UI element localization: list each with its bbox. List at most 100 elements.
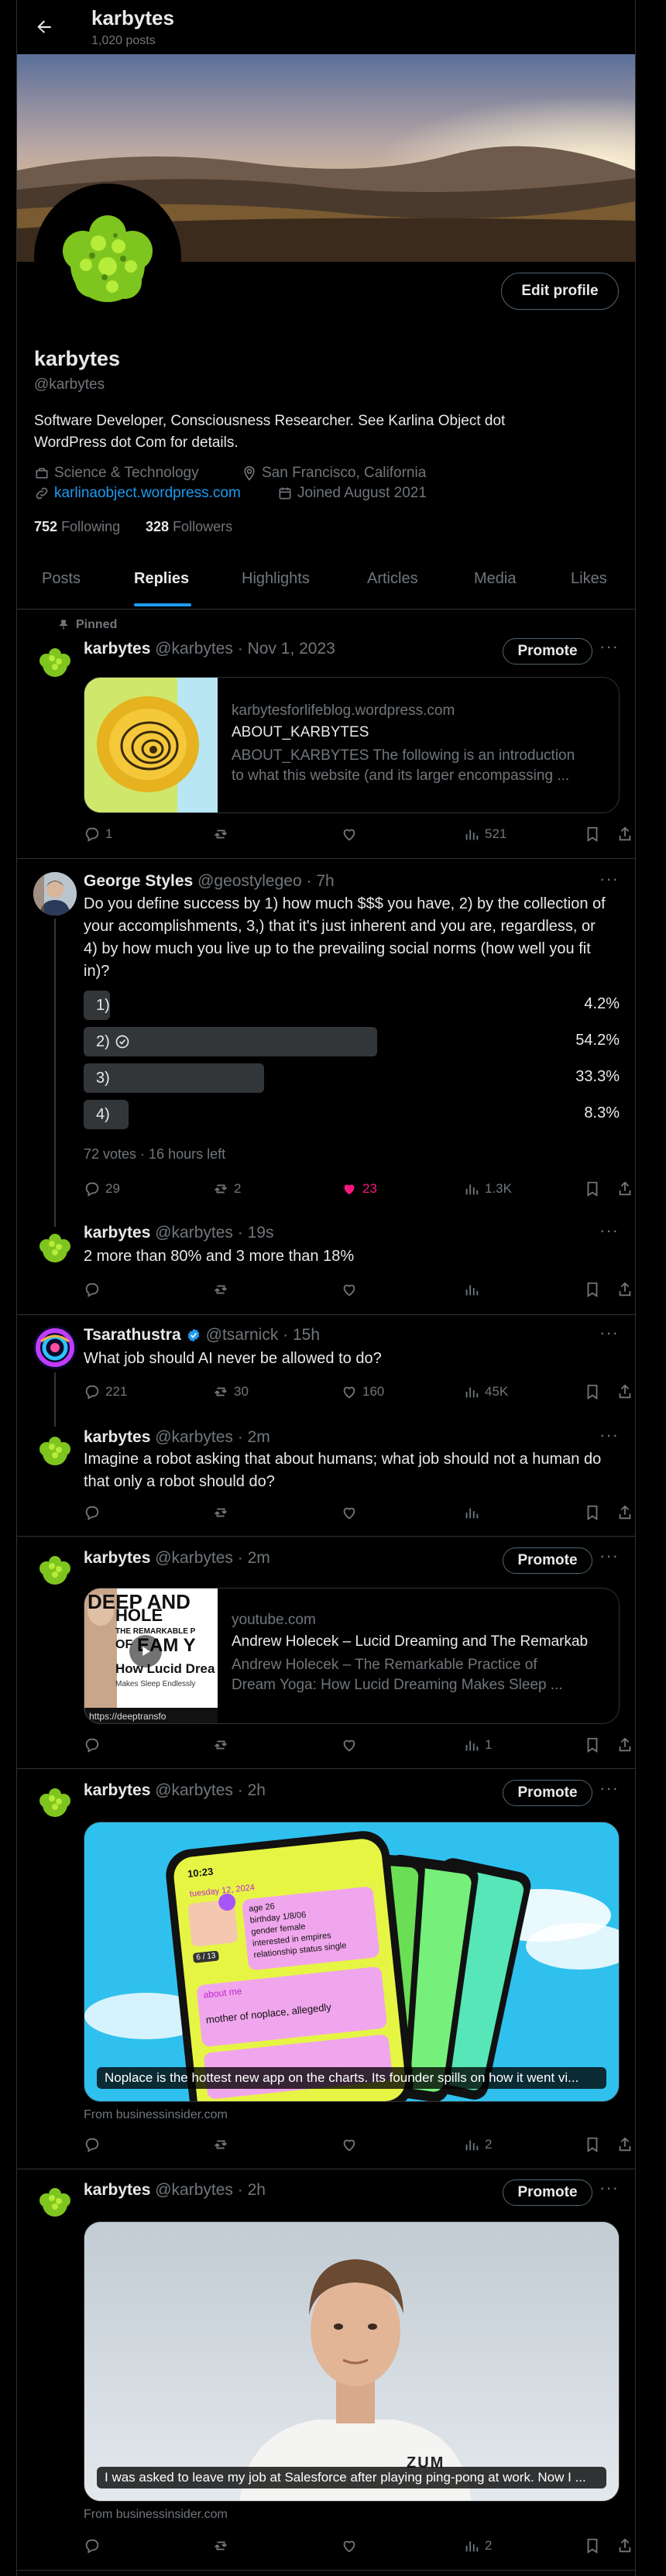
more-options-icon[interactable]: ··· (599, 1546, 619, 1566)
poll-option[interactable]: 1) (84, 991, 110, 1020)
repost-button[interactable]: 2 (212, 1180, 241, 1197)
profile-website[interactable]: karlinaobject.wordpress.com (34, 485, 241, 502)
post-image[interactable]: 10:23 tuesday 12, 2024 6 / 13 age 26 bir… (84, 1822, 620, 2102)
promote-button[interactable]: Promote (503, 2179, 592, 2206)
tab-replies[interactable]: Replies (134, 570, 189, 588)
like-button[interactable] (341, 826, 362, 843)
bookmark-button[interactable] (584, 1180, 601, 1197)
views-button[interactable]: 2 (463, 2136, 492, 2153)
edit-profile-button[interactable]: Edit profile (501, 273, 619, 310)
more-options-icon[interactable]: ··· (599, 1221, 619, 1241)
author-name[interactable]: karbytes (84, 1428, 150, 1446)
bookmark-button[interactable] (584, 1383, 601, 1400)
link-card[interactable]: karbytesforlifeblog.wordpress.com ABOUT_… (84, 677, 620, 813)
avatar[interactable] (33, 1430, 77, 1473)
reply-button[interactable] (84, 2136, 101, 2153)
reply-button[interactable] (84, 2537, 101, 2554)
repost-button[interactable] (212, 2537, 229, 2554)
back-arrow-icon[interactable] (34, 17, 54, 37)
views-button[interactable]: 1.3K (463, 1180, 512, 1197)
share-button[interactable] (616, 1736, 633, 1753)
reply-button[interactable]: 1 (84, 826, 112, 843)
avatar[interactable] (33, 1549, 77, 1592)
more-options-icon[interactable]: ··· (599, 1323, 619, 1343)
bookmark-button[interactable] (584, 1504, 601, 1521)
views-button[interactable]: 521 (463, 826, 506, 843)
repost-button[interactable] (212, 826, 234, 843)
profile-avatar[interactable] (34, 184, 181, 331)
more-options-icon[interactable]: ··· (599, 2178, 619, 2198)
poll-option[interactable]: 3) (84, 1063, 264, 1093)
share-button[interactable] (616, 1180, 633, 1197)
more-options-icon[interactable]: ··· (599, 1425, 619, 1445)
source-label[interactable]: From businessinsider.com (84, 2108, 228, 2122)
avatar[interactable] (33, 1326, 77, 1369)
following-count[interactable]: 752 Following (34, 519, 120, 535)
bookmark-button[interactable] (584, 2136, 601, 2153)
reply-button[interactable]: 29 (84, 1180, 120, 1197)
reply-button[interactable] (84, 1281, 101, 1298)
share-button[interactable] (616, 826, 633, 843)
avatar[interactable] (33, 1227, 77, 1270)
repost-button[interactable] (212, 1736, 229, 1753)
views-button[interactable]: 2 (463, 2537, 492, 2554)
like-button[interactable] (341, 1281, 358, 1298)
promote-button[interactable]: Promote (503, 1547, 592, 1574)
views-button[interactable]: 1 (463, 1736, 492, 1753)
avatar[interactable] (33, 2181, 77, 2224)
tab-highlights[interactable]: Highlights (242, 570, 310, 588)
bookmark-button[interactable] (584, 1281, 601, 1298)
promote-button[interactable]: Promote (503, 1780, 592, 1806)
share-button[interactable] (616, 1383, 633, 1400)
repost-button[interactable] (212, 2136, 229, 2153)
views-button[interactable] (463, 1504, 480, 1521)
like-button[interactable] (341, 1504, 358, 1521)
like-button[interactable] (341, 2537, 358, 2554)
tab-likes[interactable]: Likes (571, 570, 607, 588)
author-name[interactable]: karbytes (84, 1549, 150, 1567)
more-options-icon[interactable]: ··· (599, 869, 619, 889)
share-button[interactable] (616, 2537, 633, 2554)
like-button[interactable]: 23 (341, 1180, 377, 1197)
avatar[interactable] (33, 641, 77, 685)
play-icon[interactable] (129, 1635, 162, 1668)
source-label[interactable]: From businessinsider.com (84, 2508, 228, 2522)
author-name[interactable]: Tsarathustra (84, 1326, 181, 1345)
website-link[interactable]: karlinaobject.wordpress.com (54, 485, 241, 502)
like-button[interactable] (341, 1736, 358, 1753)
link-card[interactable]: DEEP AND HOLE THE REMARKABLE P OF EAM Y … (84, 1588, 620, 1724)
reply-button[interactable]: 221 (84, 1383, 127, 1400)
more-options-icon[interactable]: ··· (599, 1778, 619, 1798)
followers-count[interactable]: 328 Followers (146, 519, 232, 535)
author-name[interactable]: George Styles (84, 872, 193, 890)
promote-button[interactable]: Promote (503, 638, 592, 665)
bookmark-button[interactable] (584, 2537, 601, 2554)
reply-button[interactable] (84, 1736, 101, 1753)
more-options-icon[interactable]: ··· (599, 637, 619, 657)
author-name[interactable]: karbytes (84, 2181, 150, 2199)
share-button[interactable] (616, 2136, 633, 2153)
post-image[interactable]: ZUM I was asked to leave my job at Sales… (84, 2221, 620, 2502)
repost-button[interactable] (212, 1504, 229, 1521)
tab-media[interactable]: Media (474, 570, 516, 588)
views-button[interactable] (463, 1281, 480, 1298)
tab-posts[interactable]: Posts (42, 570, 81, 588)
like-button[interactable]: 160 (341, 1383, 384, 1400)
author-name[interactable]: karbytes (84, 1224, 150, 1242)
like-button[interactable] (341, 2136, 358, 2153)
bookmark-button[interactable] (584, 826, 601, 843)
reply-button[interactable] (84, 1504, 101, 1521)
poll-option[interactable]: 4) (84, 1100, 129, 1129)
avatar[interactable] (33, 1781, 77, 1825)
repost-button[interactable] (212, 1281, 229, 1298)
repost-button[interactable]: 30 (212, 1383, 249, 1400)
share-button[interactable] (616, 1504, 633, 1521)
views-button[interactable]: 45K (463, 1383, 508, 1400)
share-button[interactable] (616, 1281, 633, 1298)
poll-option[interactable]: 2) (84, 1027, 377, 1056)
author-name[interactable]: karbytes (84, 640, 150, 658)
avatar[interactable] (33, 872, 77, 915)
author-name[interactable]: karbytes (84, 1781, 150, 1799)
bookmark-button[interactable] (584, 1736, 601, 1753)
tab-articles[interactable]: Articles (367, 570, 418, 588)
